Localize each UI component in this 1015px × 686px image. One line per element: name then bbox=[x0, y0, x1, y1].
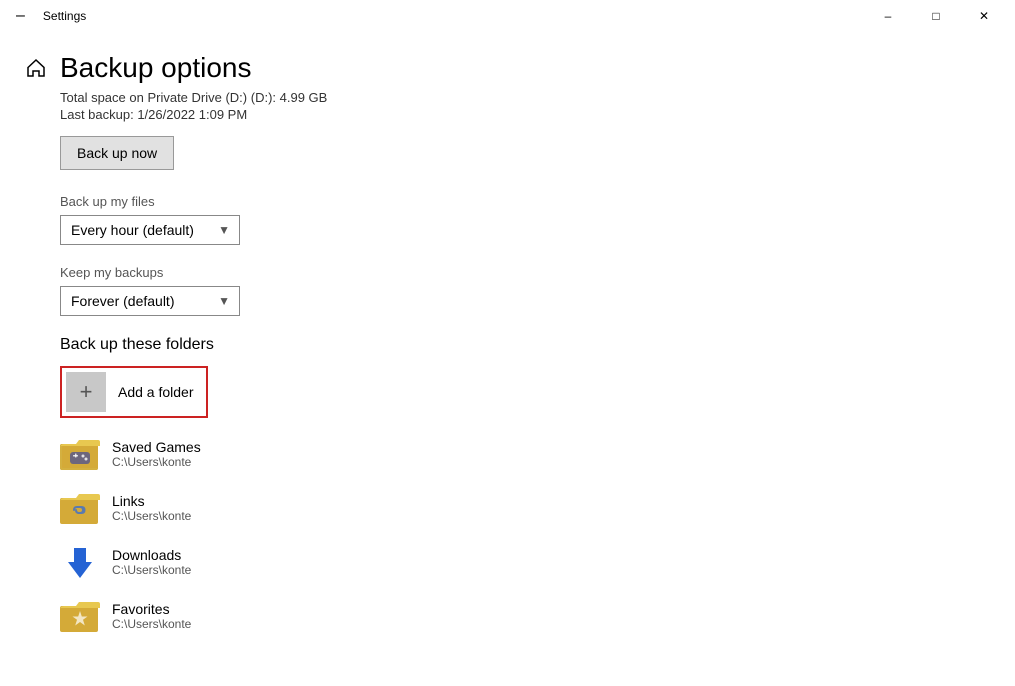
keep-backups-dropdown-container: Forever (default) Until space is needed … bbox=[60, 286, 240, 316]
folder-icon-downloads bbox=[60, 542, 100, 582]
backup-files-dropdown-wrapper: Every hour (default) Every 10 minutes Ev… bbox=[60, 215, 991, 245]
backup-files-dropdown-container: Every hour (default) Every 10 minutes Ev… bbox=[60, 215, 240, 245]
folder-icon-links bbox=[60, 488, 100, 528]
last-backup-text: Last backup: 1/26/2022 1:09 PM bbox=[60, 107, 991, 122]
folder-item-favorites: Favorites C:\Users\konte bbox=[60, 596, 991, 636]
folder-name-favorites: Favorites bbox=[112, 601, 191, 617]
folder-name-links: Links bbox=[112, 493, 191, 509]
add-folder-plus-icon: + bbox=[66, 372, 106, 412]
keep-backups-dropdown-wrapper: Forever (default) Until space is needed … bbox=[60, 286, 991, 316]
folder-item-links: Links C:\Users\konte bbox=[60, 488, 991, 528]
close-button[interactable]: ✕ bbox=[961, 0, 1007, 32]
folder-icon-favorites bbox=[60, 596, 100, 636]
maximize-button[interactable]: □ bbox=[913, 0, 959, 32]
folder-info-downloads: Downloads C:\Users\konte bbox=[112, 547, 191, 577]
page-title: Backup options bbox=[60, 52, 251, 84]
backup-now-button[interactable]: Back up now bbox=[60, 136, 174, 170]
folder-path-downloads: C:\Users\konte bbox=[112, 563, 191, 577]
titlebar-back-button[interactable]: – bbox=[8, 3, 33, 29]
folder-icon-saved-games bbox=[60, 434, 100, 474]
folder-item-saved-games: Saved Games C:\Users\konte bbox=[60, 434, 991, 474]
main-content: Backup options Total space on Private Dr… bbox=[0, 32, 1015, 686]
home-icon bbox=[24, 56, 48, 80]
minimize-button[interactable]: – bbox=[865, 0, 911, 32]
add-folder-button[interactable]: + Add a folder bbox=[60, 366, 208, 418]
keep-backups-select[interactable]: Forever (default) Until space is needed … bbox=[60, 286, 240, 316]
add-folder-label: Add a folder bbox=[118, 384, 202, 400]
folder-info-links: Links C:\Users\konte bbox=[112, 493, 191, 523]
page-header: Backup options bbox=[24, 52, 991, 84]
folder-name-saved-games: Saved Games bbox=[112, 439, 201, 455]
keep-backups-label: Keep my backups bbox=[60, 265, 991, 280]
folder-name-downloads: Downloads bbox=[112, 547, 191, 563]
window-controls: – □ ✕ bbox=[865, 0, 1007, 32]
folders-section-title: Back up these folders bbox=[60, 336, 991, 354]
folder-item-downloads: Downloads C:\Users\konte bbox=[60, 542, 991, 582]
titlebar-title: Settings bbox=[43, 9, 86, 23]
backup-files-select[interactable]: Every hour (default) Every 10 minutes Ev… bbox=[60, 215, 240, 245]
folder-info-saved-games: Saved Games C:\Users\konte bbox=[112, 439, 201, 469]
backup-files-label: Back up my files bbox=[60, 194, 991, 209]
title-bar: – Settings – □ ✕ bbox=[0, 0, 1015, 32]
folder-path-links: C:\Users\konte bbox=[112, 509, 191, 523]
back-arrow-icon: – bbox=[16, 7, 25, 25]
folder-info-favorites: Favorites C:\Users\konte bbox=[112, 601, 191, 631]
folder-path-saved-games: C:\Users\konte bbox=[112, 455, 201, 469]
folder-path-favorites: C:\Users\konte bbox=[112, 617, 191, 631]
total-space-text: Total space on Private Drive (D:) (D:): … bbox=[60, 90, 991, 105]
